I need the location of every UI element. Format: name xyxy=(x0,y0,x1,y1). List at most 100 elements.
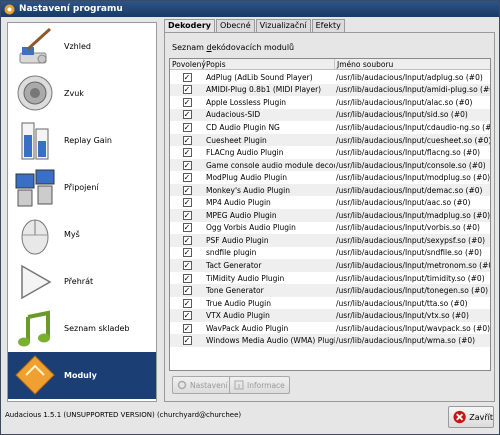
enabled-checkbox[interactable]: ✓ xyxy=(182,210,192,220)
enabled-checkbox[interactable]: ✓ xyxy=(182,110,192,120)
enabled-checkbox[interactable]: ✓ xyxy=(182,260,192,270)
description-cell: TiMidity Audio Plugin xyxy=(206,273,285,283)
music-note-icon xyxy=(18,310,50,346)
enabled-cell: ✓ xyxy=(170,72,204,82)
title-bar[interactable]: Nastavení programu xyxy=(1,1,499,17)
table-row[interactable]: ✓ Tact Generator/usr/lib/audacious/Input/… xyxy=(170,259,490,272)
description-cell: Ogg Vorbis Audio Plugin xyxy=(206,223,296,233)
table-row[interactable]: ✓ AMIDI-Plug 0.8b1 (MIDI Player) /usr/lib/… xyxy=(170,83,490,97)
table-row[interactable]: ✓ Cuesheet Plugin/usr/lib/audacious/Input… xyxy=(170,133,490,147)
sidebar-item-playback[interactable]: Přehrát xyxy=(8,258,156,305)
description-cell: AdPlug (AdLib Sound Player) xyxy=(206,72,313,82)
sidebar-item-label: Zvuk xyxy=(64,89,84,98)
table-row[interactable]: ✓ PSF Audio Plugin/usr/lib/audacious/Inpu… xyxy=(170,234,490,247)
sidebar-item-connection[interactable]: Připojení xyxy=(8,164,156,211)
enabled-checkbox[interactable]: ✓ xyxy=(182,173,192,183)
table-row[interactable]: ✓ AdPlug (AdLib Sound Player) /usr/lib/aud… xyxy=(170,71,490,84)
enabled-checkbox[interactable]: ✓ xyxy=(182,235,192,245)
close-icon xyxy=(453,410,466,424)
sidebar-item-label: Vzhled xyxy=(64,42,91,51)
tab-general[interactable]: Obecné xyxy=(215,19,255,33)
sidebar-item-replay-gain[interactable]: Replay Gain xyxy=(8,117,156,164)
table-row[interactable]: ✓ VTX Audio Plugin/usr/lib/audacious/Inpu… xyxy=(170,309,490,322)
enabled-cell: ✓ xyxy=(170,122,204,132)
table-row[interactable]: ✓ Audacious-SID/usr/lib/audacious/Input/s… xyxy=(170,108,490,122)
enabled-checkbox[interactable]: ✓ xyxy=(182,135,192,145)
decoder-list-label: Seznam dekódovacích modulů xyxy=(172,43,295,52)
sidebar-item-plugins[interactable]: Moduly xyxy=(8,352,156,399)
table-row[interactable]: ✓ MPEG Audio Plugin/usr/lib/audacious/Inp… xyxy=(170,209,490,222)
settings-button[interactable]: Nastavení xyxy=(172,376,233,394)
filename-cell: /usr/lib/audacious/Input/madplug.so (#0) xyxy=(336,210,490,220)
enabled-checkbox[interactable]: ✓ xyxy=(182,160,192,170)
enabled-cell: ✓ xyxy=(170,198,204,208)
enabled-checkbox[interactable]: ✓ xyxy=(182,185,192,195)
table-row[interactable]: ✓ FLACng Audio Plugin/usr/lib/audacious/I… xyxy=(170,146,490,159)
enabled-checkbox[interactable]: ✓ xyxy=(182,148,192,158)
description-cell: ModPlug Audio Plugin xyxy=(206,173,287,183)
table-row[interactable]: ✓ TiMidity Audio Plugin/usr/lib/audacious… xyxy=(170,272,490,285)
enabled-checkbox[interactable]: ✓ xyxy=(182,198,192,208)
sidebar-item-sound[interactable]: Zvuk xyxy=(8,70,156,117)
window-title: Nastavení programu xyxy=(19,4,123,14)
enabled-checkbox[interactable]: ✓ xyxy=(182,273,192,283)
description-cell: Tone Generator xyxy=(206,286,264,296)
table-row[interactable]: ✓ ModPlug Audio Plugin/usr/lib/audacious/… xyxy=(170,171,490,184)
table-row[interactable]: ✓ Apple Lossless Plugin/usr/lib/audacious… xyxy=(170,96,490,109)
table-row[interactable]: ✓ Monkey's Audio Plugin/usr/lib/audacious… xyxy=(170,183,490,197)
table-row[interactable]: ✓ Windows Media Audio (WMA) Plugin/usr/li… xyxy=(170,334,490,348)
decoder-table[interactable]: Povolený Popis Jméno souboru ✓ AdPlug (Ad… xyxy=(169,58,491,371)
column-header-enabled[interactable]: Povolený xyxy=(170,59,206,69)
close-button[interactable]: Zavřít xyxy=(448,406,494,428)
column-header-filename[interactable]: Jméno souboru xyxy=(335,59,490,69)
info-button[interactable]: Informace xyxy=(229,376,290,394)
enabled-checkbox[interactable]: ✓ xyxy=(182,97,192,107)
enabled-checkbox[interactable]: ✓ xyxy=(182,323,192,333)
filename-cell: /usr/lib/audacious/Input/aac.so (#0) xyxy=(336,198,471,208)
filename-cell: /usr/lib/audacious/Input/adplug.so (#0) xyxy=(336,72,483,82)
enabled-checkbox[interactable]: ✓ xyxy=(182,336,192,346)
tab-visualization[interactable]: Vizualizační xyxy=(255,19,311,33)
description-cell: CD Audio Plugin NG xyxy=(206,122,280,132)
table-body: ✓ AdPlug (AdLib Sound Player) /usr/lib/aud… xyxy=(170,71,490,348)
enabled-cell: ✓ xyxy=(170,160,204,170)
sidebar-item-playlist[interactable]: Seznam skladeb xyxy=(8,305,156,352)
enabled-checkbox[interactable]: ✓ xyxy=(182,286,192,296)
filename-cell: /usr/lib/audacious/Input/cdaudio-ng.so (… xyxy=(336,122,490,132)
description-cell: Audacious-SID xyxy=(206,110,261,120)
table-row[interactable]: ✓ WavPack Audio Plugin/usr/lib/audacious/… xyxy=(170,322,490,335)
enabled-cell: ✓ xyxy=(170,273,204,283)
enabled-checkbox[interactable]: ✓ xyxy=(182,298,192,308)
table-row[interactable]: ✓ MP4 Audio Plugin/usr/lib/audacious/Inpu… xyxy=(170,196,490,209)
play-triangle-icon xyxy=(21,264,52,299)
table-row[interactable]: ✓ Ogg Vorbis Audio Plugin/usr/lib/audacio… xyxy=(170,222,490,235)
level-meter-icon xyxy=(21,122,49,159)
enabled-checkbox[interactable]: ✓ xyxy=(182,248,192,258)
enabled-checkbox[interactable]: ✓ xyxy=(182,72,192,82)
tab-effects[interactable]: Efekty xyxy=(311,19,345,33)
enabled-cell: ✓ xyxy=(170,135,204,145)
table-row[interactable]: ✓ CD Audio Plugin NG/usr/lib/audacious/In… xyxy=(170,121,490,134)
enabled-cell: ✓ xyxy=(170,223,204,233)
description-cell: Monkey's Audio Plugin xyxy=(206,185,290,195)
paintbrush-icon xyxy=(19,27,52,63)
table-row[interactable]: ✓ Game console audio module decoder/usr/l… xyxy=(170,158,490,172)
table-row[interactable]: ✓ sndfile plugin/usr/lib/audacious/Input/… xyxy=(170,247,490,260)
table-row[interactable]: ✓ Tone Generator/usr/lib/audacious/Input/… xyxy=(170,284,490,297)
sidebar-item-mouse[interactable]: Myš xyxy=(8,211,156,258)
enabled-checkbox[interactable]: ✓ xyxy=(182,122,192,132)
enabled-checkbox[interactable]: ✓ xyxy=(182,223,192,233)
enabled-checkbox[interactable]: ✓ xyxy=(182,311,192,321)
enabled-cell: ✓ xyxy=(170,336,204,346)
enabled-cell: ✓ xyxy=(170,97,204,107)
description-cell: sndfile plugin xyxy=(206,248,257,258)
sidebar-item-appearance[interactable]: Vzhled xyxy=(8,23,156,70)
description-cell: FLACng Audio Plugin xyxy=(206,148,284,158)
enabled-cell: ✓ xyxy=(170,248,204,258)
table-row[interactable]: ✓ True Audio Plugin/usr/lib/audacious/Inp… xyxy=(170,297,490,310)
column-header-description[interactable]: Popis xyxy=(204,59,335,69)
enabled-checkbox[interactable]: ✓ xyxy=(182,85,192,95)
filename-cell: /usr/lib/audacious/Input/alac.so (#0) xyxy=(336,97,473,107)
enabled-cell: ✓ xyxy=(170,235,204,245)
description-cell: AMIDI-Plug 0.8b1 (MIDI Player) xyxy=(206,85,322,95)
